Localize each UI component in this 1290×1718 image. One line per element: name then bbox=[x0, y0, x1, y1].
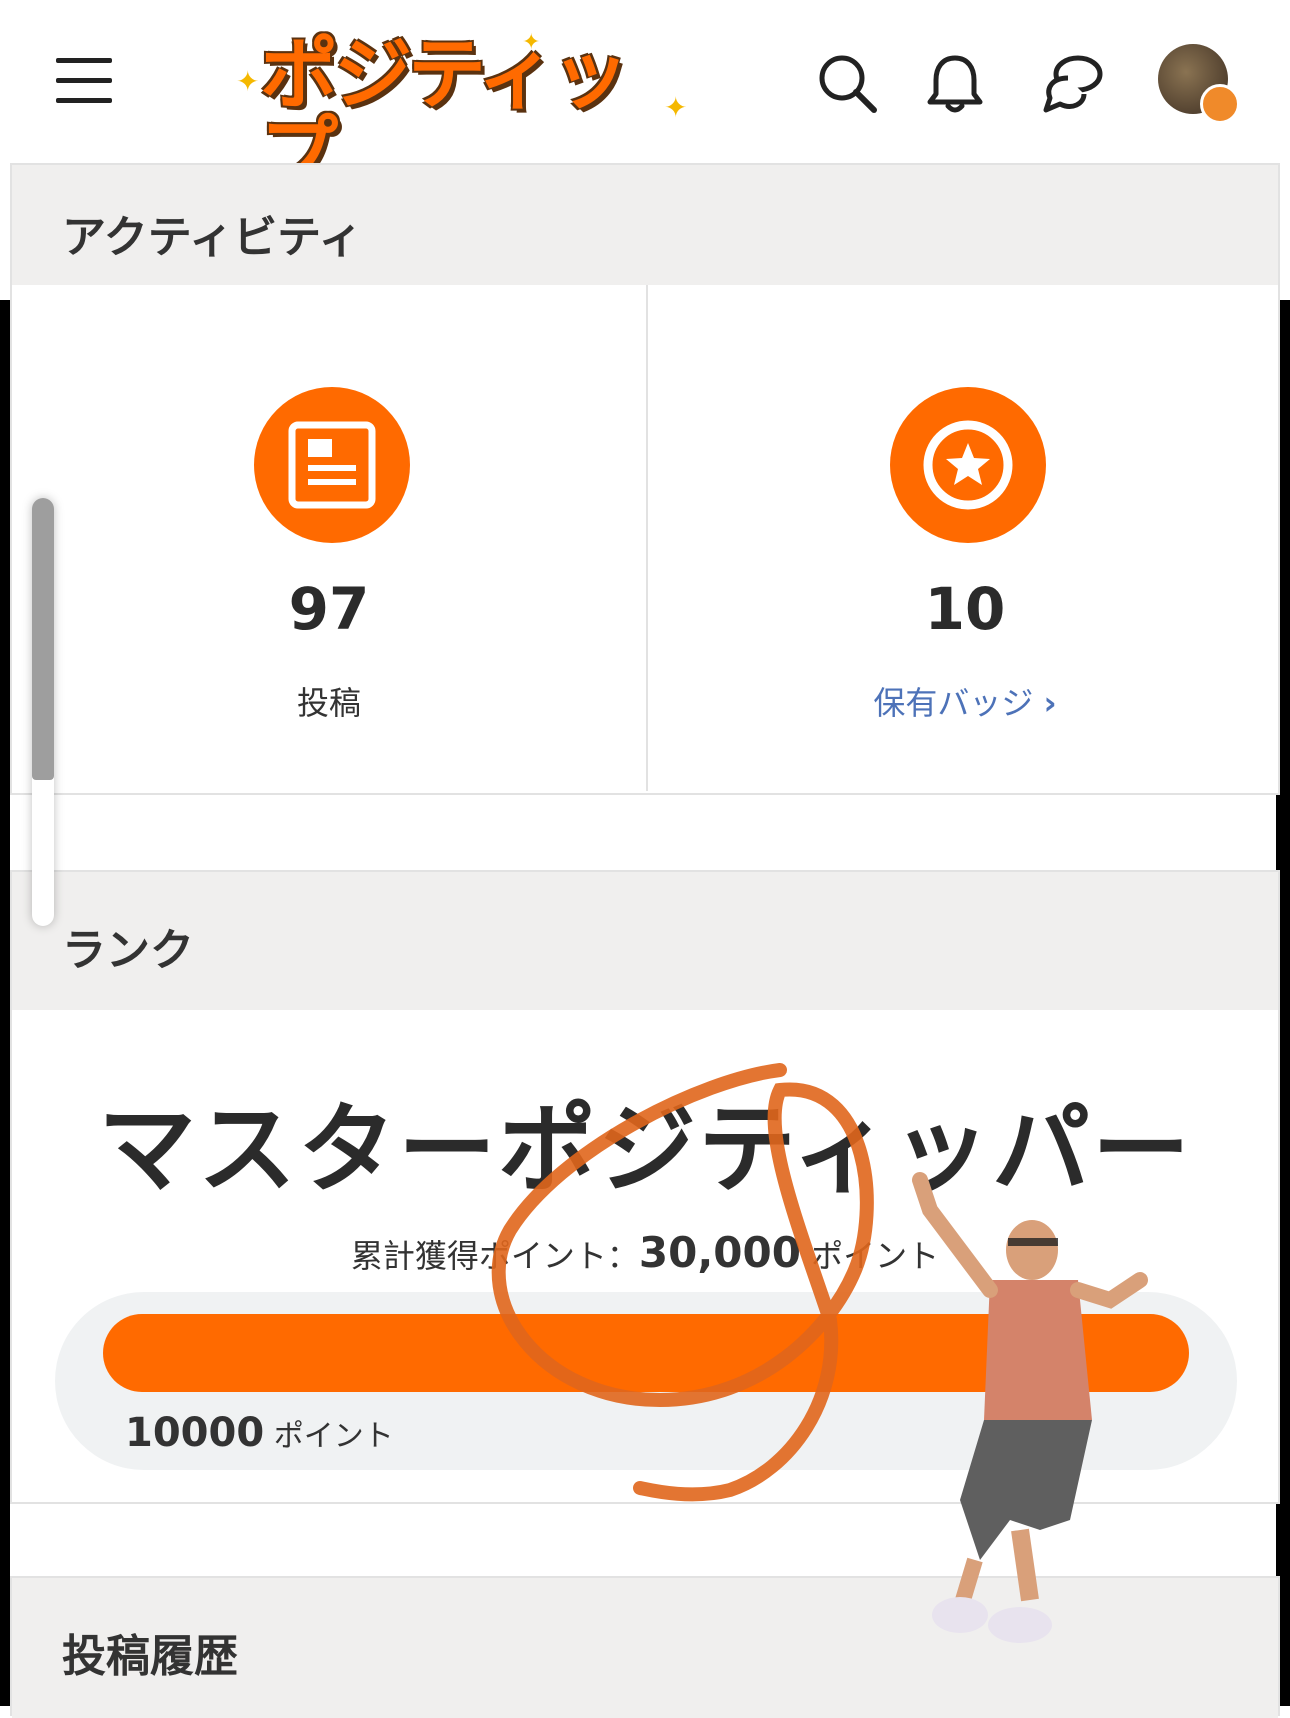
rank-name: マスターポジティッパー bbox=[97, 1093, 1193, 1207]
badges-stat: 10 保有バッジ › bbox=[648, 285, 1282, 791]
star-badge-icon bbox=[890, 387, 1046, 543]
rank-card: ランク マスターポジティッパー 累計獲得ポイント：30,000 ポイント 100… bbox=[10, 870, 1280, 1504]
rank-header: ランク bbox=[12, 872, 1278, 1010]
chat-icon[interactable] bbox=[1038, 48, 1108, 118]
progress-label-value: 10000 bbox=[125, 1410, 265, 1456]
badges-label: 保有バッジ bbox=[873, 684, 1034, 722]
total-points-value: 30,000 bbox=[638, 1228, 801, 1277]
scrollbar-thumb[interactable] bbox=[32, 498, 54, 780]
avatar[interactable] bbox=[1158, 44, 1240, 124]
avatar-rank-badge bbox=[1200, 84, 1240, 124]
rank-title: ランク bbox=[62, 925, 194, 976]
badges-link[interactable]: 保有バッジ › bbox=[648, 678, 1282, 724]
rank-progress: 10000 ポイント bbox=[55, 1292, 1237, 1470]
history-card: 投稿履歴 bbox=[10, 1576, 1280, 1718]
history-header: 投稿履歴 bbox=[12, 1578, 1278, 1718]
posts-count: 97 bbox=[288, 575, 370, 643]
sparkle-icon: ✦ bbox=[236, 65, 260, 98]
total-points-prefix: 累計獲得ポイント： bbox=[350, 1237, 639, 1275]
menu-icon[interactable] bbox=[56, 58, 112, 104]
search-icon[interactable] bbox=[812, 48, 882, 118]
progress-label-unit: ポイント bbox=[273, 1419, 394, 1454]
posts-label: 投稿 bbox=[296, 684, 361, 722]
progress-label: 10000 ポイント bbox=[125, 1410, 394, 1456]
chevron-right-icon: › bbox=[1043, 684, 1057, 722]
app-header: ✦ ✦ ✦ ポジティップ bbox=[0, 0, 1290, 193]
posts-stat: 97 投稿 bbox=[12, 285, 646, 791]
activity-card: アクティビティ 97 投稿 10 保有バッジ › bbox=[10, 163, 1280, 795]
activity-header: アクティビティ bbox=[12, 165, 1278, 285]
total-points: 累計獲得ポイント：30,000 ポイント bbox=[12, 1228, 1278, 1277]
rank-body: マスターポジティッパー 累計獲得ポイント：30,000 ポイント 10000 ポ… bbox=[12, 1010, 1278, 1500]
screen-edge-left bbox=[0, 300, 10, 1706]
scrollbar[interactable] bbox=[32, 498, 54, 926]
badges-count: 10 bbox=[924, 575, 1006, 643]
history-title: 投稿履歴 bbox=[62, 1631, 238, 1682]
total-points-unit: ポイント bbox=[811, 1237, 940, 1275]
bell-icon[interactable] bbox=[920, 48, 990, 118]
activity-title: アクティビティ bbox=[62, 212, 363, 263]
article-icon bbox=[254, 387, 410, 543]
app-logo[interactable]: ✦ ✦ ✦ ポジティップ bbox=[232, 30, 692, 193]
rank-progress-fill bbox=[103, 1314, 1189, 1392]
activity-body: 97 投稿 10 保有バッジ › bbox=[12, 285, 1278, 791]
